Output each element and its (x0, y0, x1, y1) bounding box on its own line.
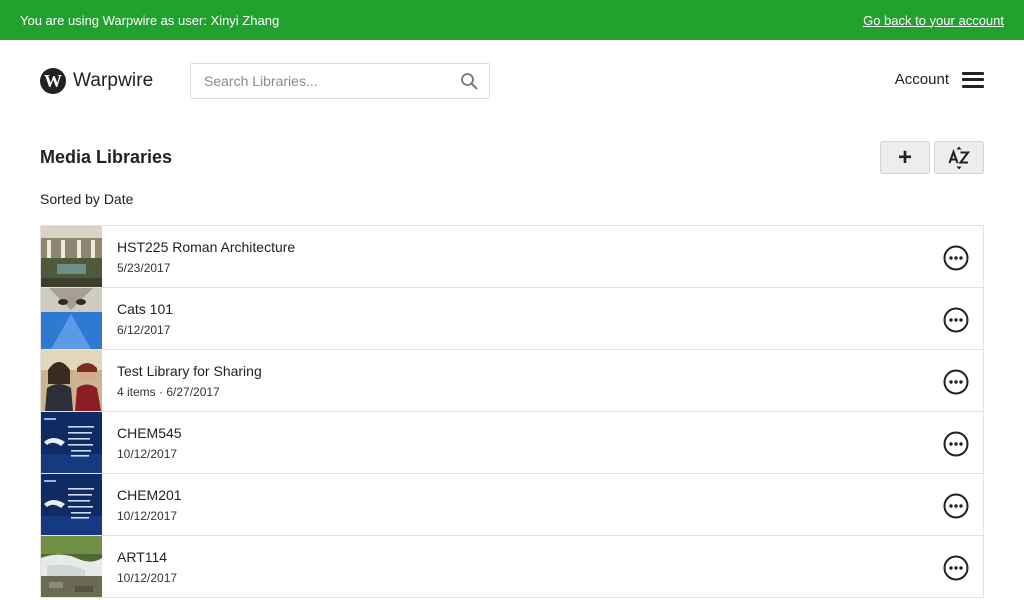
library-meta: 6/12/2017 (117, 322, 171, 337)
library-meta: 5/23/2017 (117, 260, 171, 275)
library-thumbnail (41, 226, 102, 287)
library-row[interactable]: Test Library for Sharing 4 items · 6/27/… (41, 350, 983, 412)
library-row[interactable]: CHEM545 10/12/2017 (41, 412, 983, 474)
library-thumbnail (41, 474, 102, 535)
account-label: Account (894, 71, 949, 88)
more-options-icon[interactable] (943, 245, 969, 271)
logo-text: Warpwire (73, 70, 154, 91)
library-title: Test Library for Sharing (117, 362, 262, 379)
library-title: HST225 Roman Architecture (117, 238, 296, 255)
library-toolbar: + (880, 141, 984, 174)
library-row[interactable]: HST225 Roman Architecture 5/23/2017 (41, 226, 983, 288)
library-info: CHEM201 10/12/2017 (117, 487, 182, 523)
library-info: ART114 10/12/2017 (117, 549, 177, 585)
library-title: CHEM545 (117, 424, 182, 441)
search-input[interactable] (191, 64, 451, 98)
account-menu[interactable]: Account (895, 71, 984, 88)
search-box (190, 63, 490, 99)
more-options-icon[interactable] (943, 307, 969, 333)
library-row[interactable]: CHEM201 10/12/2017 (41, 474, 983, 536)
library-title: Cats 101 (117, 300, 174, 317)
library-thumbnail (41, 536, 102, 597)
library-thumbnail (41, 288, 102, 349)
plus-icon: + (897, 143, 912, 171)
library-meta: 10/12/2017 (117, 570, 178, 585)
go-back-link[interactable]: Go back to your account (863, 13, 1004, 28)
library-row[interactable]: Cats 101 6/12/2017 (41, 288, 983, 350)
sort-button[interactable] (934, 141, 984, 174)
logo-mark-icon: W (40, 68, 66, 94)
header: W Warpwire Account (0, 40, 1024, 124)
library-info: CHEM545 10/12/2017 (117, 425, 182, 461)
library-info: Cats 101 6/12/2017 (117, 301, 173, 337)
more-options-icon[interactable] (943, 431, 969, 457)
library-meta: 10/12/2017 (117, 446, 178, 461)
library-info: HST225 Roman Architecture 5/23/2017 (117, 239, 295, 275)
add-library-button[interactable]: + (880, 141, 930, 174)
library-thumbnail (41, 350, 102, 411)
library-info: Test Library for Sharing 4 items · 6/27/… (117, 363, 262, 399)
az-sort-icon (948, 146, 971, 169)
more-options-icon[interactable] (943, 555, 969, 581)
library-row[interactable]: ART114 10/12/2017 (41, 536, 983, 598)
library-title: ART114 (117, 548, 168, 565)
library-meta: 4 items · 6/27/2017 (117, 384, 220, 399)
impersonation-banner: You are using Warpwire as user: Xinyi Zh… (0, 0, 1024, 40)
search-icon[interactable] (460, 72, 478, 90)
banner-message: You are using Warpwire as user: Xinyi Zh… (20, 12, 280, 28)
warpwire-logo[interactable]: W Warpwire (40, 68, 153, 94)
more-options-icon[interactable] (943, 369, 969, 395)
more-options-icon[interactable] (943, 493, 969, 519)
library-list: HST225 Roman Architecture 5/23/2017 Cats… (40, 225, 984, 598)
sort-status: Sorted by Date (40, 191, 134, 207)
page-title: Media Libraries (40, 147, 173, 167)
hamburger-menu-icon[interactable] (962, 71, 984, 88)
library-title: CHEM201 (117, 486, 182, 503)
library-meta: 10/12/2017 (117, 508, 178, 523)
library-thumbnail (41, 412, 102, 473)
